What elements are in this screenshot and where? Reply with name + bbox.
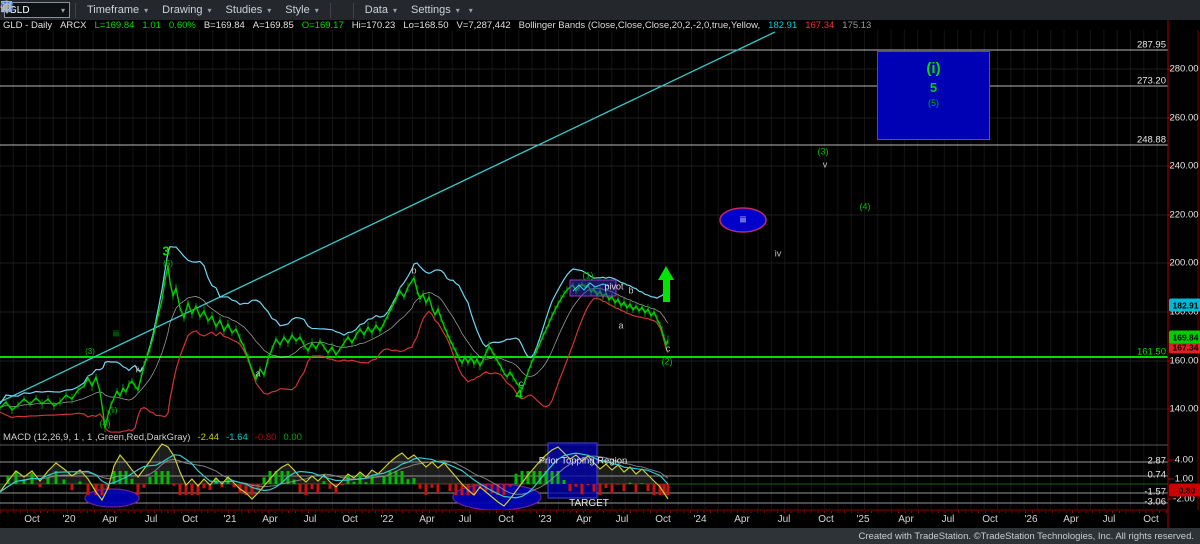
macd-header-segment: -0.80 <box>255 433 277 443</box>
time-axis-label: Jul <box>145 515 158 525</box>
macd-header-segment: -2.44 <box>197 433 219 443</box>
wave-annotation: b <box>628 287 633 296</box>
price-scale-label: 260.00 <box>1169 113 1198 123</box>
wave-annotation: 4 <box>515 388 522 401</box>
price-scale-label: 280.00 <box>1169 64 1198 74</box>
time-axis-label: Apr <box>419 515 435 525</box>
price-scale-label: 240.00 <box>1169 161 1198 171</box>
wave-annotation: (2) <box>662 358 673 367</box>
time-axis-label: Jul <box>616 515 629 525</box>
price-scale-label: 160.00 <box>1169 356 1198 366</box>
macd-header-segment: MACD (12,26,9, 1 , 1 ,Green,Red,DarkGray… <box>3 433 190 443</box>
price-scale-label: 140.00 <box>1169 404 1198 414</box>
time-axis-label: Jul <box>1103 515 1116 525</box>
time-axis-label: Oct <box>342 515 358 525</box>
wave-annotation: b <box>411 267 416 276</box>
macd-header-segment: 0.00 <box>283 433 302 443</box>
macd-scale-label: 4.00 <box>1175 455 1194 465</box>
macd-level-label: 0.74 <box>1148 470 1167 480</box>
macd-scale-label: 1.00 <box>1175 474 1194 484</box>
wave-projection-box[interactable]: (i) 5 (5) <box>877 51 990 140</box>
time-axis-label: Apr <box>262 515 278 525</box>
wave-annotation: iii <box>740 216 746 225</box>
price-level-label: 248.88 <box>1137 135 1166 145</box>
wave-annotation: (3) <box>85 348 95 356</box>
time-axis-label: '25 <box>856 515 869 525</box>
wave-annotation: iii <box>113 330 119 339</box>
wave-annotation: v <box>823 161 828 170</box>
wave-annotation: a <box>255 370 260 379</box>
time-axis-label: Jul <box>942 515 955 525</box>
time-axis-label: Jul <box>459 515 472 525</box>
price-badge: 169.84 <box>1169 331 1200 344</box>
target-label: TARGET <box>569 499 609 509</box>
wave-annotation: (4) <box>860 203 871 212</box>
wave-annotation: iv <box>775 250 782 259</box>
prior-topping-region-label: Prior Topping Region <box>539 456 628 466</box>
macd-badge: -0.80 <box>1169 484 1200 497</box>
wave-annotation: (1) <box>583 272 594 281</box>
time-axis-label: Oct <box>982 515 998 525</box>
time-axis-label: '22 <box>380 515 393 525</box>
price-scale-label: 220.00 <box>1169 210 1198 220</box>
wave-label-5sub: (5) <box>928 98 939 108</box>
time-axis-label: '26 <box>1024 515 1037 525</box>
time-axis-label: '23 <box>538 515 551 525</box>
wave-annotation: iv <box>136 366 143 375</box>
wave-annotation: (5) <box>163 260 173 268</box>
copyright-text: Created with TradeStation. ©TradeStation… <box>859 531 1194 542</box>
time-axis-label: Oct <box>498 515 514 525</box>
time-axis-label: Oct <box>818 515 834 525</box>
time-axis-label: Oct <box>1143 515 1159 525</box>
time-axis-label: Jul <box>778 515 791 525</box>
time-axis-label: Apr <box>576 515 592 525</box>
macd-header: MACD (12,26,9, 1 , 1 ,Green,Red,DarkGray… <box>3 433 302 443</box>
wave-annotation: 3 <box>162 245 169 258</box>
tradestation-chart-window: GLD ▾ Timeframe▾ Drawing▾ Studies▾ Style… <box>0 0 1200 544</box>
time-axis-ticks <box>0 511 1168 513</box>
price-scale-label: 200.00 <box>1169 258 1198 268</box>
status-bar: Created with TradeStation. ©TradeStation… <box>0 528 1200 544</box>
price-level-label: 273.20 <box>1137 76 1166 86</box>
time-axis-label: Apr <box>1063 515 1079 525</box>
time-axis-label: Apr <box>102 515 118 525</box>
time-axis-label: '21 <box>223 515 236 525</box>
wave-annotation: (3) <box>818 148 829 157</box>
price-level-label: 161.50 <box>1137 347 1166 357</box>
time-axis-label: Oct <box>182 515 198 525</box>
wave-annotation: (ii) <box>109 407 118 415</box>
time-axis-label: Oct <box>655 515 671 525</box>
macd-level-label: 2.87 <box>1148 456 1167 466</box>
time-axis-label: Apr <box>734 515 750 525</box>
wave-annotation: (4) <box>100 420 111 429</box>
macd-header-segment: -1.64 <box>226 433 248 443</box>
time-axis-label: '24 <box>693 515 706 525</box>
time-axis-label: Oct <box>24 515 40 525</box>
price-badge: 182.91 <box>1169 299 1200 312</box>
wave-annotation: a <box>618 322 623 331</box>
macd-level-label: -3.06 <box>1144 497 1166 507</box>
wave-annotation: pivot <box>604 283 623 292</box>
wave-label-i: (i) <box>926 60 940 77</box>
time-axis-label: Jul <box>304 515 317 525</box>
wave-label-5: 5 <box>930 80 937 95</box>
time-axis-label: '20 <box>62 515 75 525</box>
wave-annotation: c <box>666 345 671 354</box>
price-level-label: 287.95 <box>1137 40 1166 50</box>
time-axis-label: Apr <box>898 515 914 525</box>
